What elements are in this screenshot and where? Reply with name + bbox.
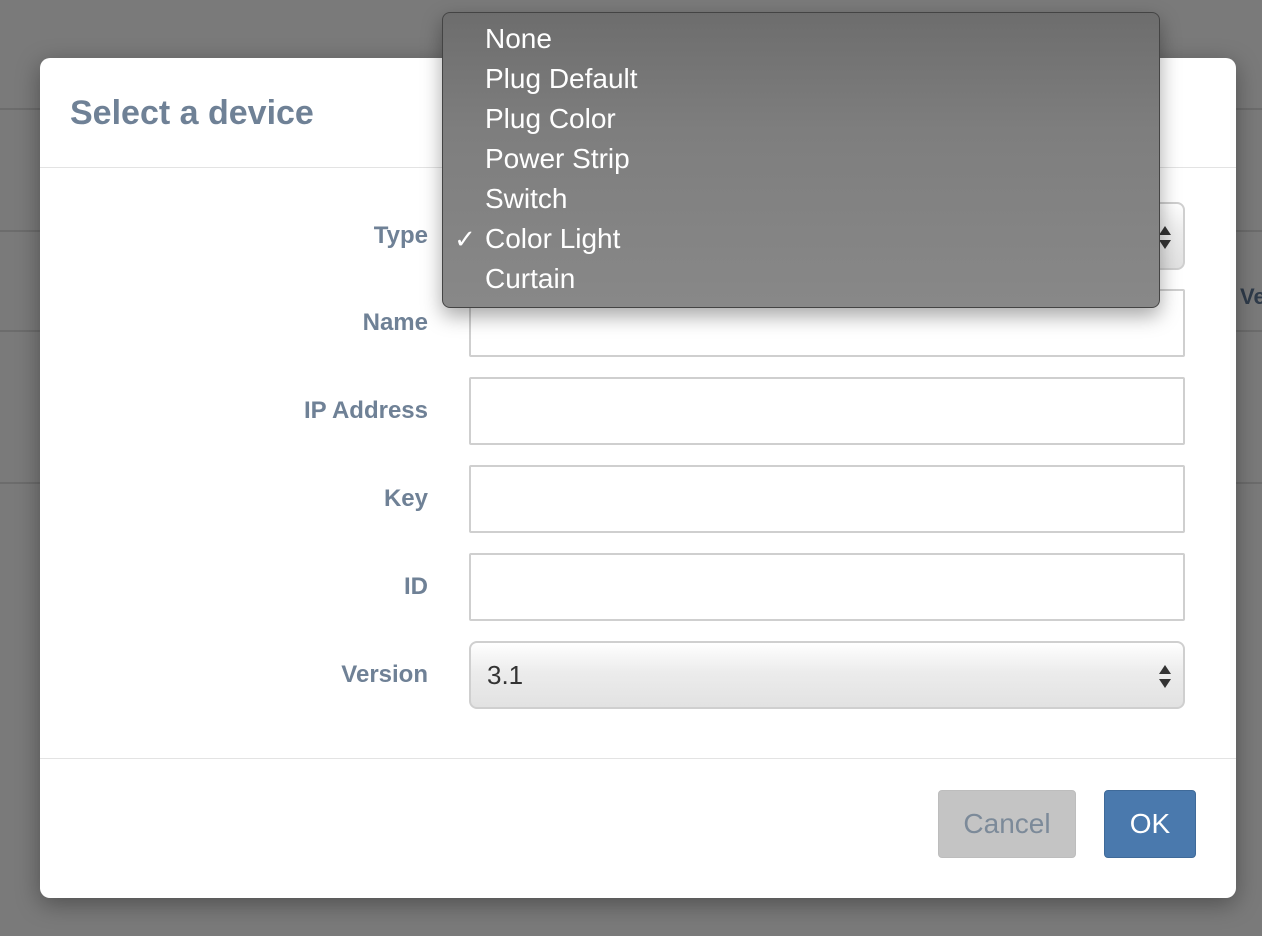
background-column-header: Ve (1240, 284, 1262, 309)
dropdown-option[interactable]: Plug Color (443, 99, 1159, 139)
select-arrows-icon (1159, 224, 1171, 252)
modal-title: Select a device (70, 94, 314, 132)
version-row: Version 3.1 (40, 641, 1236, 709)
modal-footer: Cancel OK (40, 758, 1236, 898)
option-label: Switch (485, 183, 568, 214)
option-label: Plug Default (485, 63, 638, 94)
key-input[interactable] (469, 465, 1185, 533)
ip-address-row: IP Address (40, 377, 1236, 445)
dropdown-option[interactable]: Curtain (443, 259, 1159, 299)
option-label: Plug Color (485, 103, 616, 134)
option-label: Color Light (485, 223, 621, 254)
ok-button[interactable]: OK (1104, 790, 1196, 858)
ip-address-label: IP Address (303, 397, 428, 424)
version-label: Version (341, 661, 428, 688)
checkmark-icon: ✓ (454, 224, 476, 254)
dropdown-option[interactable]: None (443, 19, 1159, 59)
dropdown-option[interactable]: Power Strip (443, 139, 1159, 179)
key-label: Key (383, 485, 428, 512)
option-label: Power Strip (485, 143, 630, 174)
ip-address-input[interactable] (469, 377, 1185, 445)
option-label: Curtain (485, 263, 576, 294)
option-label: None (485, 23, 552, 54)
select-arrows-icon (1159, 663, 1171, 691)
type-dropdown-menu: None Plug Default Plug Color Power Strip… (442, 12, 1160, 308)
cancel-button[interactable]: Cancel (938, 790, 1076, 858)
version-select-value: 3.1 (487, 660, 524, 690)
key-row: Key (40, 465, 1236, 533)
id-row: ID (40, 553, 1236, 621)
id-input[interactable] (469, 553, 1185, 621)
id-label: ID (404, 573, 428, 600)
name-label: Name (362, 309, 428, 336)
dropdown-option[interactable]: ✓ Color Light (443, 219, 1159, 259)
dropdown-option[interactable]: Switch (443, 179, 1159, 219)
dropdown-option[interactable]: Plug Default (443, 59, 1159, 99)
version-select[interactable]: 3.1 (469, 641, 1185, 709)
type-label: Type (373, 222, 428, 249)
